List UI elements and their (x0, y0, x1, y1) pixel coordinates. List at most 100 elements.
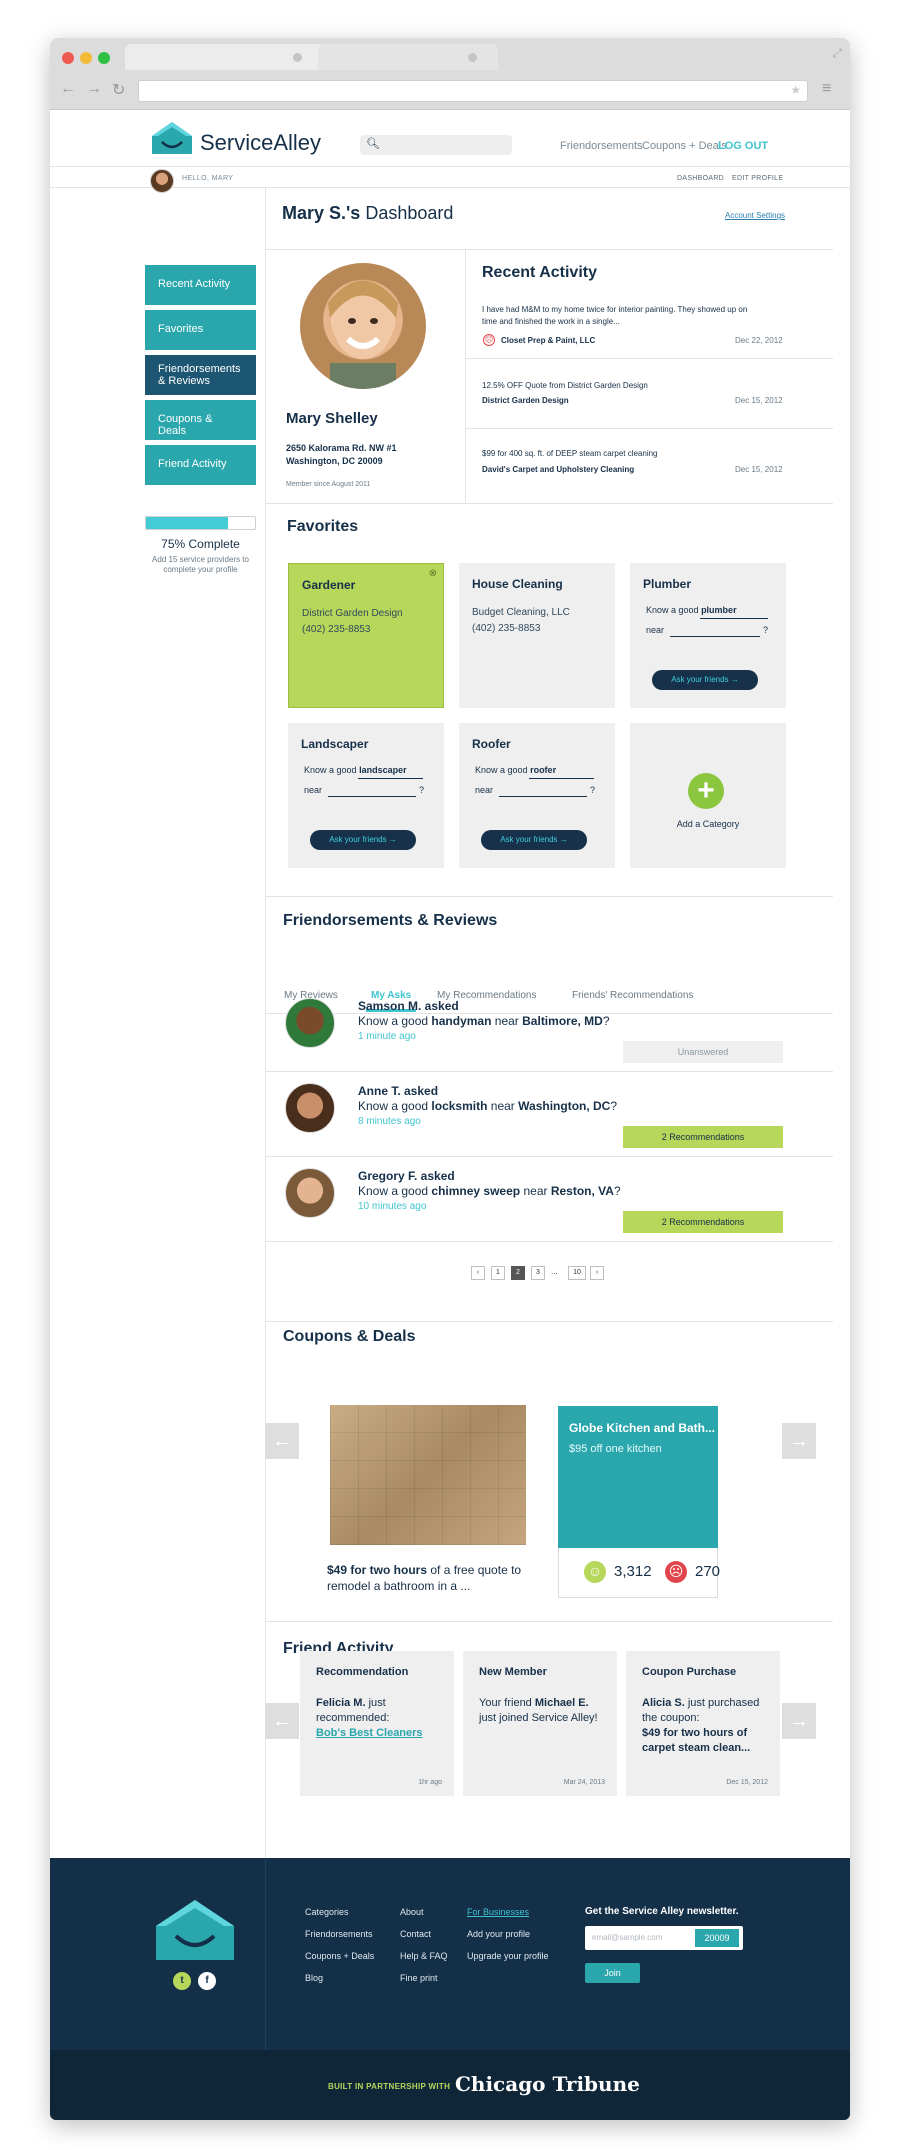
location-input-line[interactable] (499, 796, 587, 797)
url-bar[interactable]: ★ (138, 80, 808, 102)
tab-close-icon[interactable] (293, 53, 302, 62)
pager-page-2[interactable]: 2 (511, 1266, 525, 1280)
twitter-icon[interactable]: t (173, 1972, 191, 1990)
coupon-description[interactable]: $49 for two hours of a free quote to rem… (327, 1562, 537, 1594)
activity-card-coupon-purchase[interactable]: Coupon Purchase Alicia S. just purchased… (626, 1651, 780, 1796)
footer-link-help[interactable]: Help & FAQ (400, 1951, 448, 1961)
browser-tab-active[interactable] (125, 44, 330, 70)
sidebar-item-friendorsements[interactable]: Friendorsements & Reviews (145, 355, 256, 395)
back-icon[interactable]: ← (60, 80, 76, 98)
facebook-icon[interactable]: f (198, 1972, 216, 1990)
coupons-next-button[interactable]: → (782, 1423, 816, 1459)
add-category-card[interactable]: + Add a Category (630, 723, 786, 868)
asker-avatar[interactable] (285, 998, 335, 1048)
search-input[interactable]: 🔍︎ (360, 135, 512, 155)
bookmark-star-icon[interactable]: ★ (790, 83, 801, 97)
footer-link-contact[interactable]: Contact (400, 1929, 431, 1939)
edit-profile-link[interactable]: EDIT PROFILE (732, 175, 783, 182)
sidebar-item-favorites[interactable]: Favorites (145, 310, 256, 350)
activity-card-new-member[interactable]: New Member Your friend Michael E. just j… (463, 1651, 617, 1796)
reload-icon[interactable]: ↻ (112, 80, 125, 100)
favorite-card-gardener[interactable]: ⊗ Gardener District Garden Design (402) 2… (288, 563, 444, 708)
service-input-line[interactable] (529, 778, 594, 779)
activity-person[interactable]: Michael E. (535, 1697, 589, 1709)
remove-icon[interactable]: ⊗ (429, 568, 437, 579)
smile-icon[interactable]: ☺ (584, 1561, 606, 1583)
join-button[interactable]: Join (585, 1963, 640, 1983)
tab-close-icon[interactable] (468, 53, 477, 62)
sidebar-item-friend-activity[interactable]: Friend Activity (145, 445, 256, 485)
browser-tab[interactable] (318, 44, 498, 70)
pager-page-10[interactable]: 10 (568, 1266, 586, 1280)
logo-house-icon[interactable] (150, 120, 194, 156)
tab-friends-recommendations[interactable]: Friends' Recommendations (572, 990, 693, 1001)
zip-field[interactable]: 20009 (695, 1929, 739, 1947)
pager-prev[interactable]: ‹ (471, 1266, 485, 1280)
pager-page-1[interactable]: 1 (491, 1266, 505, 1280)
activity-deal[interactable]: $49 for two hours of carpet steam clean.… (642, 1727, 750, 1754)
activity-prev-button[interactable]: ← (265, 1703, 299, 1739)
profile-photo[interactable] (300, 263, 426, 389)
newsletter-email-input[interactable]: email@sample.com 20009 (585, 1926, 743, 1950)
close-window-dot[interactable] (62, 52, 74, 64)
asker-name[interactable]: Samson M. asked (358, 999, 459, 1013)
asker-name[interactable]: Anne T. asked (358, 1084, 438, 1098)
activity-next-button[interactable]: → (782, 1703, 816, 1739)
nav-coupons-deals[interactable]: Coupons + Deals (642, 140, 727, 152)
recent-activity-provider[interactable]: Closet Prep & Paint, LLC (501, 336, 595, 345)
recent-activity-text[interactable]: $99 for 400 sq. ft. of DEEP steam carpet… (482, 448, 762, 460)
footer-link-blog[interactable]: Blog (305, 1973, 323, 1983)
provider-name[interactable]: District Garden Design (302, 606, 403, 622)
add-category-label[interactable]: Add a Category (630, 819, 786, 829)
frown-icon[interactable]: ☹ (665, 1561, 687, 1583)
forward-icon[interactable]: → (86, 80, 102, 98)
favorite-card-house-cleaning[interactable]: House Cleaning Budget Cleaning, LLC (402)… (459, 563, 615, 708)
minimize-window-dot[interactable] (80, 52, 92, 64)
activity-person[interactable]: Alicia S. (642, 1697, 685, 1709)
ask-question[interactable]: Know a good handyman near Baltimore, MD? (358, 1014, 610, 1028)
asker-name[interactable]: Gregory F. asked (358, 1169, 455, 1183)
footer-link-friendorsements[interactable]: Friendorsements (305, 1929, 373, 1939)
footer-link-for-businesses[interactable]: For Businesses (467, 1907, 529, 1917)
nav-friendorsements[interactable]: Friendorsements (560, 140, 643, 152)
dashboard-link[interactable]: DASHBOARD (677, 175, 724, 182)
status-badge[interactable]: 2 Recommendations (623, 1211, 783, 1233)
footer-link-add-profile[interactable]: Add your profile (467, 1929, 530, 1939)
recommended-provider-link[interactable]: Bob's Best Cleaners (316, 1727, 423, 1739)
ask-question[interactable]: Know a good locksmith near Washington, D… (358, 1099, 617, 1113)
activity-person[interactable]: Felicia M. (316, 1697, 366, 1709)
partner-logo[interactable]: Chicago Tribune (455, 2072, 640, 2096)
recent-activity-provider[interactable]: David's Carpet and Upholstery Cleaning (482, 465, 634, 474)
service-input-line[interactable] (700, 618, 768, 619)
recent-activity-provider[interactable]: District Garden Design (482, 396, 569, 405)
footer-link-fine-print[interactable]: Fine print (400, 1973, 438, 1983)
pager-next[interactable]: › (590, 1266, 604, 1280)
logo-text[interactable]: ServiceAlley (200, 130, 321, 156)
coupons-prev-button[interactable]: ← (265, 1423, 299, 1459)
location-input-line[interactable] (328, 796, 416, 797)
asker-avatar[interactable] (285, 1083, 335, 1133)
footer-link-coupons[interactable]: Coupons + Deals (305, 1951, 374, 1961)
coupon-card-globe[interactable]: Globe Kitchen and Bath... $95 off one ki… (558, 1406, 718, 1548)
footer-logo-house-icon[interactable] (154, 1898, 236, 1962)
sidebar-item-recent-activity[interactable]: Recent Activity (145, 265, 256, 305)
location-input-line[interactable] (670, 636, 760, 637)
recent-activity-text[interactable]: 12.5% OFF Quote from District Garden Des… (482, 380, 762, 392)
coupon-image[interactable] (330, 1405, 526, 1545)
sidebar-item-coupons[interactable]: Coupons & Deals (145, 400, 256, 440)
provider-name[interactable]: Budget Cleaning, LLC (472, 605, 570, 621)
service-input-line[interactable] (358, 778, 423, 779)
account-settings-link[interactable]: Account Settings (725, 211, 785, 220)
plus-icon[interactable]: + (688, 773, 724, 809)
activity-card-recommendation[interactable]: Recommendation Felicia M. just recommend… (300, 1651, 454, 1796)
pager-page-3[interactable]: 3 (531, 1266, 545, 1280)
maximize-window-dot[interactable] (98, 52, 110, 64)
avatar[interactable] (150, 169, 174, 193)
footer-link-categories[interactable]: Categories (305, 1907, 349, 1917)
footer-link-about[interactable]: About (400, 1907, 424, 1917)
fullscreen-icon[interactable]: ⤢ (832, 46, 842, 61)
ask-friends-button[interactable]: Ask your friends → (652, 670, 758, 690)
logout-link[interactable]: LOG OUT (718, 140, 768, 152)
ask-friends-button[interactable]: Ask your friends → (310, 830, 416, 850)
status-badge[interactable]: 2 Recommendations (623, 1126, 783, 1148)
